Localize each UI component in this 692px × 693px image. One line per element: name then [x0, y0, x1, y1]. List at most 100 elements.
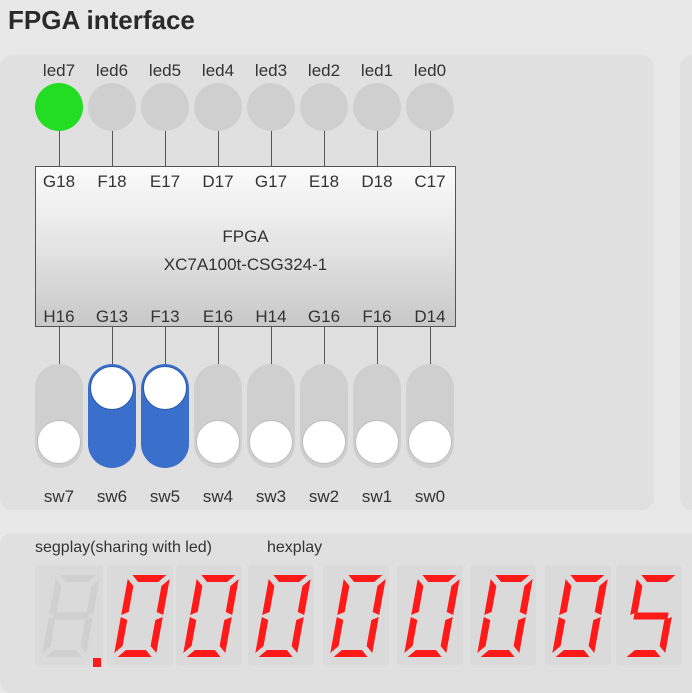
toggle-switch[interactable]: [247, 364, 295, 468]
segment-c: [219, 617, 232, 653]
led-wire: [112, 131, 113, 166]
segment-c: [291, 617, 304, 653]
segment-b: [86, 579, 100, 615]
switch-label: sw4: [202, 487, 234, 506]
segment-e: [42, 617, 56, 653]
led-label: led7: [42, 61, 76, 80]
segment-e: [183, 617, 197, 653]
led-label: led6: [95, 61, 129, 80]
segment-d: [407, 650, 442, 657]
segment-b: [519, 579, 533, 615]
led-pin-label: G17: [254, 172, 288, 191]
switch-wire: [59, 327, 60, 364]
switch-knob[interactable]: [355, 420, 399, 464]
segment-d: [480, 650, 515, 657]
led-pin-label: G18: [42, 172, 76, 191]
toggle-switch[interactable]: [353, 364, 401, 468]
switch-label: sw2: [308, 487, 340, 506]
led-indicator: [353, 83, 401, 131]
segment-a: [201, 575, 236, 582]
hex-digit: [470, 565, 536, 665]
segment-b: [156, 579, 170, 615]
segplay-label: segplay(sharing with led): [35, 539, 212, 556]
chip-part: XC7A100t-CSG324-1: [163, 255, 328, 274]
segment-d: [626, 650, 661, 657]
segment-b: [594, 579, 608, 615]
switch-label: sw3: [255, 487, 287, 506]
switch-knob[interactable]: [143, 366, 187, 410]
switch-pin-label: F13: [150, 307, 180, 326]
switch-pin-label: F16: [362, 307, 392, 326]
segment-a: [132, 575, 167, 582]
segment-d: [186, 650, 221, 657]
led-wire: [377, 131, 378, 166]
toggle-switch[interactable]: [88, 364, 136, 468]
segment-a: [348, 575, 383, 582]
led-label: led5: [148, 61, 182, 80]
toggle-switch[interactable]: [194, 364, 242, 468]
led-indicator: [35, 83, 83, 131]
led-wire: [59, 131, 60, 166]
switch-wire: [271, 327, 272, 364]
led-pin-label: F18: [97, 172, 127, 191]
segment-e: [404, 617, 418, 653]
hexplay-label: hexplay: [267, 539, 323, 556]
segment-d: [45, 650, 82, 657]
switch-knob[interactable]: [302, 420, 346, 464]
segment-d: [333, 650, 368, 657]
led-label: led1: [360, 61, 394, 80]
led-wire: [324, 131, 325, 166]
led-indicator: [247, 83, 295, 131]
toggle-switch[interactable]: [406, 364, 454, 468]
led-wire: [430, 131, 431, 166]
segment-e: [255, 617, 269, 653]
segment-a: [273, 575, 308, 582]
toggle-switch[interactable]: [300, 364, 348, 468]
segment-c: [366, 617, 379, 653]
led-wire: [165, 131, 166, 166]
hex-digit: [248, 565, 314, 665]
segment-b: [225, 579, 239, 615]
led-label: led3: [254, 61, 288, 80]
toggle-switch[interactable]: [141, 364, 189, 468]
hex-digit: [176, 565, 242, 665]
switch-wire: [430, 327, 431, 364]
segment-d: [258, 650, 293, 657]
led-pin-label: E17: [149, 172, 181, 191]
led-pin-label: C17: [414, 172, 446, 191]
segment-g: [52, 612, 90, 620]
decimal-point: [93, 658, 101, 667]
segment-b: [372, 579, 386, 615]
segment-b: [297, 579, 311, 615]
switch-knob[interactable]: [408, 420, 452, 464]
segment-g: [633, 612, 669, 620]
segment-e: [114, 617, 128, 653]
hex-digit: [616, 565, 682, 665]
hex-digit: [545, 565, 611, 665]
switch-label: sw0: [414, 487, 446, 506]
segment-f: [190, 579, 203, 615]
segment-f: [49, 579, 62, 615]
switch-knob[interactable]: [90, 366, 134, 410]
switch-wire: [112, 327, 113, 364]
segment-d: [555, 650, 590, 657]
switch-wire: [377, 327, 378, 364]
switch-pin-label: E16: [202, 307, 234, 326]
switch-knob[interactable]: [37, 420, 81, 464]
segment-c: [440, 617, 453, 653]
toggle-switch[interactable]: [35, 364, 83, 468]
switch-pin-label: H16: [43, 307, 75, 326]
segment-d: [117, 650, 152, 657]
switch-label: sw6: [96, 487, 128, 506]
led-indicator: [194, 83, 242, 131]
led-pin-label: D18: [361, 172, 393, 191]
segment-a: [60, 575, 97, 582]
switch-knob[interactable]: [249, 420, 293, 464]
hex-digit: [323, 565, 389, 665]
switch-knob[interactable]: [196, 420, 240, 464]
segment-c: [150, 617, 163, 653]
page-title: FPGA interface: [8, 5, 195, 35]
led-pin-label: D17: [202, 172, 234, 191]
led-indicator: [300, 83, 348, 131]
led-indicator: [88, 83, 136, 131]
